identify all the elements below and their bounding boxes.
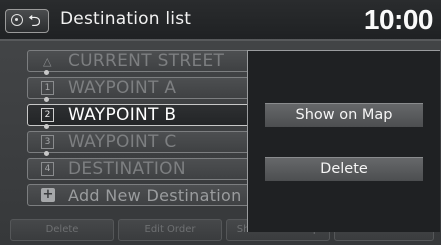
- header-bar: ⮌ Destination list 10:00: [0, 0, 441, 41]
- list-item-waypoint-b[interactable]: 2 WAYPOINT B: [27, 104, 277, 126]
- edit-order-tab-button[interactable]: Edit Order: [118, 219, 222, 241]
- page-title: Destination list: [60, 9, 192, 29]
- list-item-label: WAYPOINT B: [68, 105, 177, 125]
- list-item-current-street[interactable]: △ CURRENT STREET: [27, 50, 277, 72]
- screen: ⮌ Destination list 10:00 △ CURRENT STREE…: [0, 0, 441, 245]
- current-location-icon: △: [43, 55, 52, 68]
- show-on-map-button[interactable]: Show on Map: [265, 103, 423, 127]
- drag-handle-icon[interactable]: [44, 124, 49, 129]
- drag-handle-icon[interactable]: [44, 70, 49, 75]
- waypoint-number: 2: [41, 108, 54, 122]
- delete-tab-button[interactable]: Delete: [10, 219, 114, 241]
- drag-handle-icon[interactable]: [44, 97, 49, 102]
- waypoint-options-popup: Show on Map Delete: [247, 50, 440, 232]
- list-item-label: Add New Destination: [68, 186, 242, 205]
- voice-icon: [11, 14, 23, 26]
- add-new-destination-button[interactable]: + Add New Destination: [27, 184, 277, 206]
- waypoint-number: 1: [41, 81, 54, 95]
- list-item-waypoint-c[interactable]: 3 WAYPOINT C: [27, 131, 277, 153]
- delete-button[interactable]: Delete: [265, 157, 423, 181]
- list-item-label: WAYPOINT C: [68, 132, 177, 152]
- list-item-label: DESTINATION: [68, 159, 186, 179]
- list-item-label: CURRENT STREET: [68, 51, 225, 71]
- back-button[interactable]: ⮌: [5, 9, 49, 33]
- list-item-destination[interactable]: 4 DESTINATION: [27, 158, 277, 180]
- back-arrow-icon: ⮌: [28, 11, 41, 30]
- plus-icon: +: [41, 187, 55, 202]
- list-item-waypoint-a[interactable]: 1 WAYPOINT A: [27, 77, 277, 99]
- waypoint-number: 3: [41, 135, 54, 149]
- drag-handle-icon[interactable]: [44, 151, 49, 156]
- list-item-label: WAYPOINT A: [68, 78, 177, 98]
- header-divider: [0, 39, 441, 41]
- clock: 10:00: [363, 4, 434, 35]
- waypoint-number: 4: [41, 162, 54, 176]
